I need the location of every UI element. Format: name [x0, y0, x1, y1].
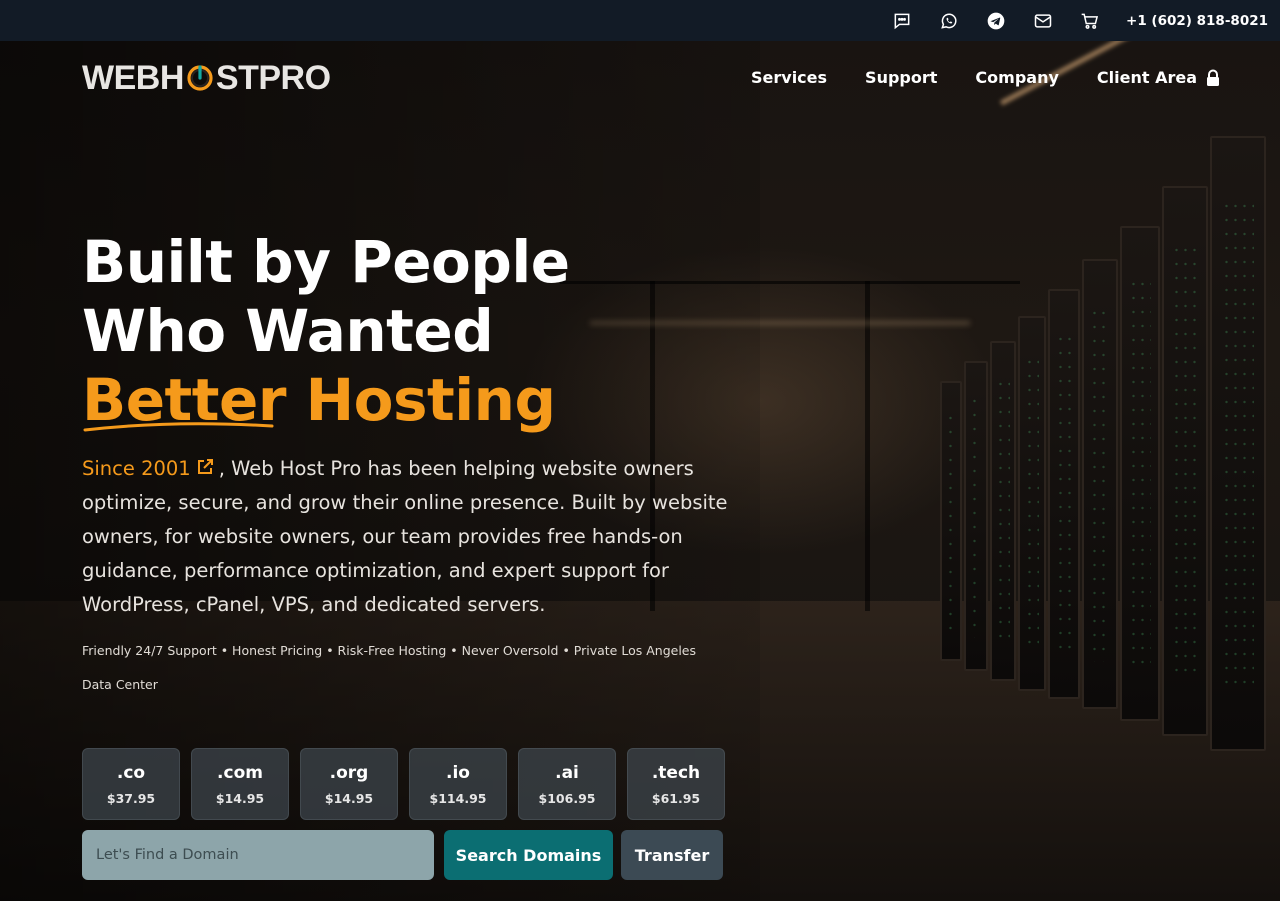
logo-text-right: STPRO: [215, 58, 331, 97]
feature-list: Friendly 24/7 Support • Honest Pricing •…: [82, 643, 696, 692]
title-accent-hosting: Hosting: [285, 366, 556, 434]
server-rack: [964, 361, 988, 671]
nav-company[interactable]: Company: [975, 68, 1058, 87]
server-rack: [1162, 186, 1208, 736]
lock-icon[interactable]: [1205, 69, 1221, 87]
tld-extension: .com: [217, 762, 263, 783]
server-racks: [940, 111, 1280, 751]
tld-card-co[interactable]: .co $37.95: [82, 748, 180, 820]
tld-card-org[interactable]: .org $14.95: [300, 748, 398, 820]
whatsapp-icon[interactable]: [937, 9, 961, 33]
hero-title: Built by People Who Wanted Better Hostin…: [82, 228, 702, 435]
nav-support[interactable]: Support: [865, 68, 937, 87]
since-link[interactable]: Since 2001: [82, 457, 191, 480]
title-line-2: Who Wanted: [82, 297, 494, 365]
tld-list: .co $37.95 .com $14.95 .org $14.95 .io $…: [82, 748, 725, 820]
cart-icon[interactable]: [1078, 9, 1102, 33]
tld-price: $14.95: [324, 790, 374, 806]
search-domains-button[interactable]: Search Domains: [444, 830, 613, 880]
hero-description: Since 2001, Web Host Pro has been helpin…: [82, 452, 732, 622]
title-line-1: Built by People: [82, 228, 570, 296]
telegram-icon[interactable]: [984, 9, 1008, 33]
tld-price: $37.95: [106, 790, 156, 806]
nav-services[interactable]: Services: [751, 68, 827, 87]
tld-price: $106.95: [538, 790, 596, 806]
nav-client-area[interactable]: Client Area: [1097, 68, 1197, 87]
tld-extension: .io: [446, 762, 470, 783]
tld-card-tech[interactable]: .tech $61.95: [627, 748, 725, 820]
tld-price: $14.95: [215, 790, 265, 806]
server-rack: [1082, 259, 1118, 709]
server-rack: [990, 341, 1016, 681]
logo-text-left: WEBH: [82, 58, 184, 97]
transfer-button[interactable]: Transfer: [621, 830, 723, 880]
chat-icon[interactable]: [890, 9, 914, 33]
power-icon: [185, 63, 215, 93]
phone-link[interactable]: +1 (602) 818-8021: [1126, 13, 1268, 29]
mail-icon[interactable]: [1031, 9, 1055, 33]
glass-frame: [865, 281, 870, 611]
top-bar: +1 (602) 818-8021: [0, 0, 1280, 41]
description-text: , Web Host Pro has been helping website …: [82, 457, 728, 616]
server-rack: [1018, 316, 1046, 691]
server-rack: [1120, 226, 1160, 721]
server-rack: [1048, 289, 1080, 699]
logo[interactable]: WEBH STPRO: [82, 58, 331, 97]
tld-price: $114.95: [429, 790, 487, 806]
tld-card-com[interactable]: .com $14.95: [191, 748, 289, 820]
tld-extension: .org: [329, 762, 369, 783]
domain-search-input[interactable]: [82, 830, 434, 880]
tld-card-io[interactable]: .io $114.95: [409, 748, 507, 820]
server-rack: [1210, 136, 1266, 751]
tld-extension: .co: [116, 762, 146, 783]
tld-card-ai[interactable]: .ai $106.95: [518, 748, 616, 820]
external-link-icon[interactable]: [195, 457, 215, 477]
accent-underline: [83, 422, 274, 432]
tld-extension: .tech: [651, 762, 701, 783]
server-rack: [940, 381, 962, 661]
main-nav: Services Support Company Client Area: [751, 68, 1221, 87]
tld-price: $61.95: [651, 790, 701, 806]
tld-extension: .ai: [555, 762, 579, 783]
